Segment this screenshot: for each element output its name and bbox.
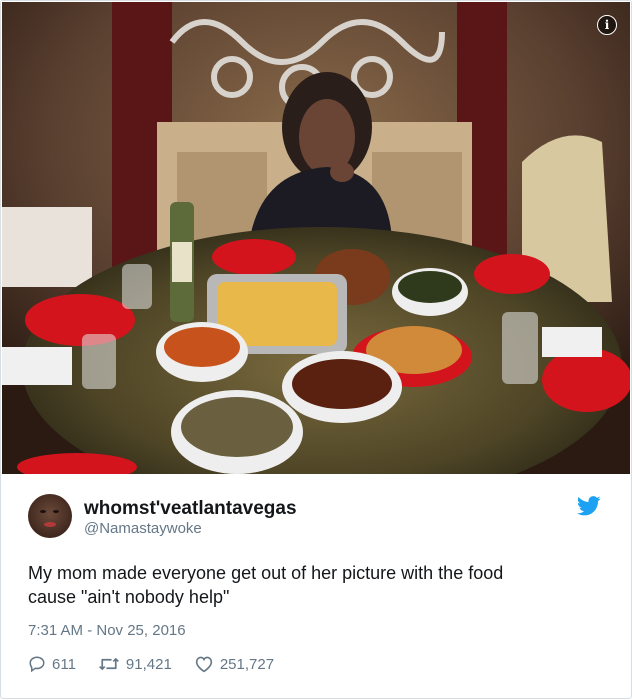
user-handle[interactable]: @Namastaywoke [84, 520, 202, 537]
timestamp[interactable]: 7:31 AM - Nov 25, 2016 [28, 622, 186, 639]
dinner-table-image [2, 2, 630, 474]
avatar[interactable] [28, 494, 72, 538]
tweet-text-line-1: My mom made everyone get out of her pict… [28, 563, 504, 583]
avatar-eye-left [40, 510, 46, 513]
reply-button[interactable]: 611 [28, 655, 76, 673]
tweet-text: My mom made everyone get out of her pict… [28, 561, 588, 609]
avatar-lips [44, 522, 56, 527]
retweet-icon [99, 658, 119, 670]
retweet-button[interactable]: 91,421 [98, 655, 172, 673]
tweet-text-line-2: cause "ain't nobody help" [28, 587, 230, 607]
display-name[interactable]: whomst'veatlantavegas [84, 498, 297, 520]
tweet-card: i whomst'veatlantavegas @Namastaywoke My… [0, 0, 632, 699]
info-icon[interactable]: i [597, 15, 617, 35]
tweet-photo[interactable]: i [2, 2, 630, 474]
heart-icon [195, 656, 212, 673]
tweet-body: whomst'veatlantavegas @Namastaywoke My m… [1, 474, 631, 698]
twitter-bird-icon[interactable] [577, 496, 601, 516]
retweet-count: 91,421 [125, 655, 172, 673]
like-button[interactable]: 251,727 [194, 655, 274, 673]
action-bar: 611 91,421 251,727 [28, 653, 296, 675]
like-count: 251,727 [219, 655, 275, 673]
avatar-eye-right [53, 510, 59, 513]
reply-icon [29, 656, 45, 673]
reply-count: 611 [52, 655, 76, 673]
